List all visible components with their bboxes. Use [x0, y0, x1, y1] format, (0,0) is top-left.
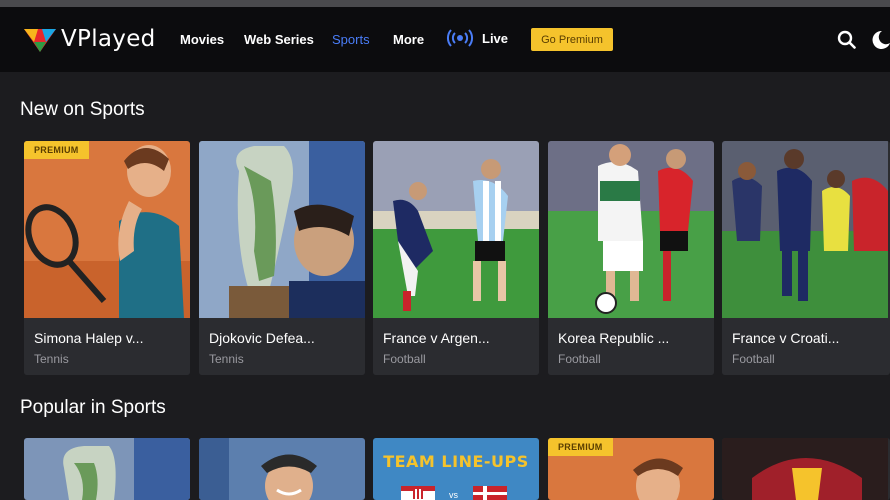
section-title-new-on-sports: New on Sports [20, 99, 145, 120]
content-card[interactable]: France v Croati... Football [722, 141, 890, 375]
card-title: France v Argen... [383, 330, 490, 346]
content-card[interactable]: France v Argen... Football [373, 141, 539, 375]
content-card[interactable]: TEAM LINE-UPS vs [373, 438, 539, 500]
football-image [722, 438, 888, 500]
content-card[interactable] [24, 438, 190, 500]
premium-badge: PREMIUM [24, 141, 89, 159]
window-top-strip [0, 0, 890, 7]
card-title: France v Croati... [732, 330, 840, 346]
football-celebration-image [722, 141, 888, 318]
card-thumbnail [548, 141, 714, 318]
card-genre: Football [383, 352, 426, 366]
brand-name: VPlayed [61, 26, 156, 52]
versus-label: vs [449, 490, 458, 500]
vplayed-logo-icon [24, 29, 56, 52]
card-info: Korea Republic ... Football [548, 318, 714, 375]
card-info: Djokovic Defea... Tennis [199, 318, 365, 375]
banner-title: TEAM LINE-UPS [383, 452, 529, 471]
denmark-flag-icon [473, 486, 507, 500]
top-navbar: VPlayed Movies Web Series Sports More Li… [0, 7, 890, 72]
tennis-player-image [199, 438, 365, 500]
premium-badge: PREMIUM [548, 438, 613, 456]
moon-icon [872, 30, 890, 49]
card-info: France v Croati... Football [722, 318, 888, 375]
trophy-kiss-image [199, 141, 365, 318]
football-match-image [548, 141, 714, 318]
card-genre: Football [732, 352, 775, 366]
card-thumbnail: PREMIUM [24, 141, 190, 318]
card-info: Simona Halep v... Tennis [24, 318, 190, 375]
card-thumbnail [199, 141, 365, 318]
card-title: Djokovic Defea... [209, 330, 315, 346]
theme-toggle[interactable] [872, 30, 890, 54]
card-info: France v Argen... Football [373, 318, 539, 375]
nav-sports[interactable]: Sports [332, 32, 370, 47]
card-title: Korea Republic ... [558, 330, 670, 346]
card-genre: Tennis [209, 352, 244, 366]
card-genre: Football [558, 352, 601, 366]
section-title-popular-in-sports: Popular in Sports [20, 397, 166, 418]
content-card[interactable] [199, 438, 365, 500]
broadcast-icon [447, 29, 473, 47]
live-label: Live [482, 30, 509, 46]
search-button[interactable] [837, 30, 856, 54]
content-card[interactable]: PREMIUM [548, 438, 714, 500]
card-title: Simona Halep v... [34, 330, 144, 346]
content-card[interactable]: Djokovic Defea... Tennis [199, 141, 365, 375]
content-card[interactable]: PREMIUM Simona Halep v... Tennis [24, 141, 190, 375]
card-genre: Tennis [34, 352, 69, 366]
nav-more[interactable]: More [393, 32, 424, 47]
content-card[interactable]: Korea Republic ... Football [548, 141, 714, 375]
nav-live[interactable]: Live [446, 29, 508, 47]
card-thumbnail [722, 141, 888, 318]
nav-web-series[interactable]: Web Series [244, 32, 314, 47]
football-match-image [373, 141, 539, 318]
nav-movies[interactable]: Movies [180, 32, 224, 47]
search-icon [837, 30, 856, 49]
card-thumbnail [373, 141, 539, 318]
team-lineups-banner: TEAM LINE-UPS vs [373, 438, 539, 500]
brand-logo[interactable]: VPlayed [24, 26, 156, 52]
tennis-player-image [24, 141, 190, 318]
content-card[interactable] [722, 438, 890, 500]
croatia-flag-icon [401, 486, 435, 500]
go-premium-button[interactable]: Go Premium [531, 28, 613, 51]
trophy-image [24, 438, 190, 500]
